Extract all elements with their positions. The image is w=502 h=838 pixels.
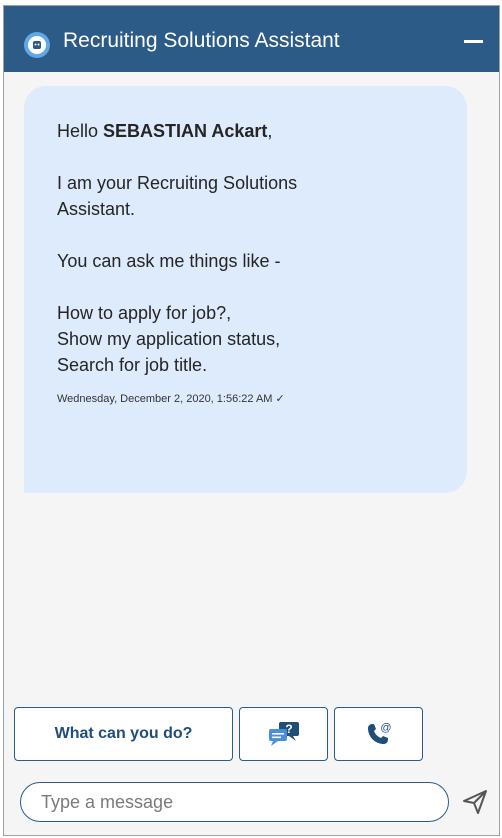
intro-text: I am your Recruiting Solutions Assistant…: [57, 173, 298, 219]
greeting-suffix: ,: [267, 121, 273, 141]
send-icon[interactable]: [461, 788, 489, 816]
contact-button[interactable]: @: [334, 707, 423, 761]
example-item: How to apply for job?,: [57, 303, 232, 323]
bot-message-bubble: Hello SEBASTIAN Ackart, I am your Recrui…: [24, 86, 467, 493]
ask-text: You can ask me things like -: [57, 251, 281, 271]
chat-title: Recruiting Solutions Assistant: [63, 29, 340, 52]
message-input[interactable]: [39, 790, 448, 814]
chat-header: Recruiting Solutions Assistant: [4, 6, 499, 72]
bot-headset-icon: [24, 32, 50, 58]
example-item: Search for job title.: [57, 355, 208, 375]
chat-window: Recruiting Solutions Assistant Hello SEB…: [3, 5, 500, 836]
message-timestamp: Wednesday, December 2, 2020, 1:56:22 AM …: [57, 393, 285, 405]
what-can-you-do-label: What can you do?: [54, 725, 193, 742]
faq-button[interactable]: ?: [239, 707, 328, 761]
message-composer: [20, 782, 449, 822]
greeting-prefix: Hello: [57, 121, 104, 141]
greeting-line: Hello SEBASTIAN Ackart,: [57, 118, 467, 144]
quick-actions: What can you do? ? @: [14, 707, 423, 761]
user-name: SEBASTIAN Ackart: [103, 121, 268, 141]
example-item: Show my application status,: [57, 329, 281, 349]
what-can-you-do-button[interactable]: What can you do?: [14, 707, 233, 761]
svg-text:@: @: [380, 722, 391, 734]
minimize-icon[interactable]: [464, 40, 483, 43]
phone-email-icon: @: [367, 722, 391, 744]
faq-chat-icon: ?: [268, 722, 299, 746]
